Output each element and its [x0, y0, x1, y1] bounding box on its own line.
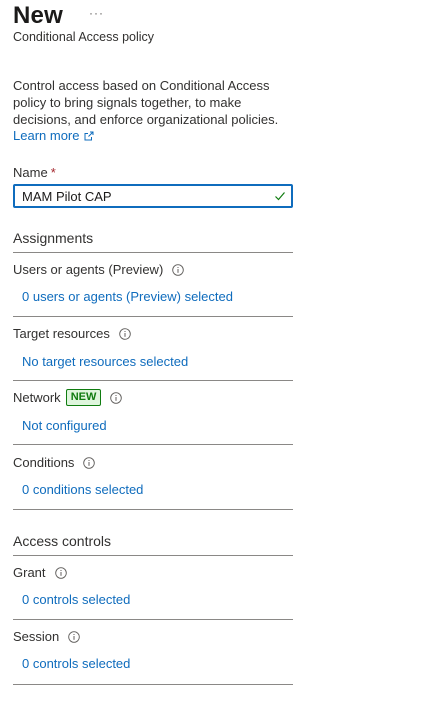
divider	[13, 316, 293, 317]
info-icon[interactable]	[83, 456, 96, 469]
info-icon[interactable]	[68, 630, 81, 643]
divider	[13, 509, 293, 510]
users-or-agents-label: Users or agents (Preview)	[13, 262, 185, 277]
name-label-text: Name	[13, 165, 48, 180]
conditions-label: Conditions	[13, 455, 96, 470]
divider	[13, 252, 293, 253]
target-resources-label-text: Target resources	[13, 326, 110, 341]
more-options-icon[interactable]: ···	[89, 6, 104, 20]
new-badge: NEW	[65, 389, 102, 406]
divider	[13, 380, 293, 381]
network-label-text: Network	[13, 390, 61, 405]
conditional-access-new-policy-panel: New ··· Conditional Access policy Contro…	[0, 0, 433, 725]
network-label: Network NEW	[13, 389, 123, 406]
grant-link[interactable]: 0 controls selected	[22, 592, 130, 607]
assignments-heading: Assignments	[13, 230, 94, 246]
divider	[13, 684, 293, 685]
grant-label-text: Grant	[13, 565, 46, 580]
title-row: New ···	[13, 2, 104, 30]
conditions-label-text: Conditions	[13, 455, 75, 470]
policy-name-input-box[interactable]	[13, 184, 293, 208]
conditions-link[interactable]: 0 conditions selected	[22, 482, 143, 497]
target-resources-link[interactable]: No target resources selected	[22, 354, 188, 369]
session-label: Session	[13, 629, 81, 644]
grant-label: Grant	[13, 565, 67, 580]
policy-name-input[interactable]	[15, 188, 262, 204]
users-or-agents-label-text: Users or agents (Preview)	[13, 262, 164, 277]
target-resources-label: Target resources	[13, 326, 131, 341]
session-label-text: Session	[13, 629, 60, 644]
learn-more-label[interactable]: Learn more	[13, 128, 79, 143]
external-link-icon	[84, 131, 94, 140]
network-link[interactable]: Not configured	[22, 418, 107, 433]
info-icon[interactable]	[172, 263, 185, 276]
policy-description: Control access based on Conditional Acce…	[13, 78, 279, 127]
users-or-agents-link[interactable]: 0 users or agents (Preview) selected	[22, 289, 233, 304]
info-icon[interactable]	[110, 391, 123, 404]
access-controls-heading: Access controls	[13, 533, 112, 549]
learn-more-link[interactable]: Learn more	[13, 128, 94, 143]
divider	[13, 444, 293, 445]
name-field-label: Name *	[13, 165, 56, 180]
page-subtitle: Conditional Access policy	[13, 30, 155, 44]
divider	[13, 619, 293, 620]
required-marker: *	[50, 165, 56, 180]
info-icon[interactable]	[54, 566, 67, 579]
session-link[interactable]: 0 controls selected	[22, 656, 130, 671]
divider	[13, 555, 293, 556]
info-icon[interactable]	[119, 327, 131, 340]
checkmark-icon	[275, 192, 285, 201]
page-title: New	[13, 2, 63, 29]
